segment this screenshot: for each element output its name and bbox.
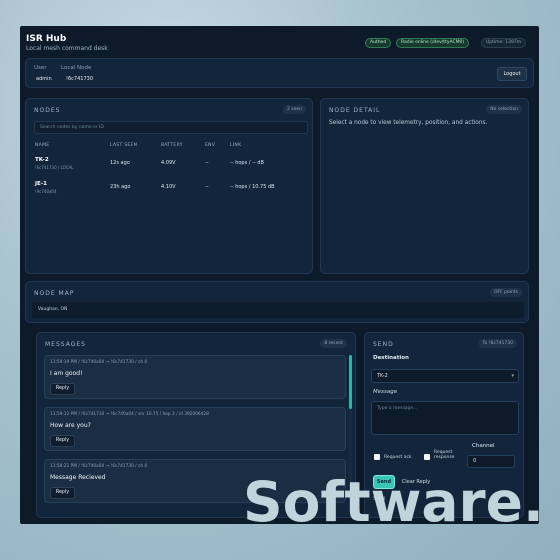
uptime-pill: Uptime: 1397m: [481, 38, 527, 48]
node-search-input[interactable]: Search nodes by name or ID: [34, 121, 308, 134]
node-last-seen: 23h ago: [110, 184, 131, 190]
node-id: !9c740a04: [35, 189, 57, 194]
node-env: --: [205, 184, 209, 190]
message-body: I am good!: [50, 370, 83, 377]
message-card: 11:59:12 PM / !6c741730 → !6c740a04 / sn…: [44, 407, 346, 451]
request-response-label: Request response: [434, 450, 455, 460]
node-name: TK-2: [35, 157, 49, 163]
destination-select[interactable]: TK-2 ▾: [371, 369, 519, 383]
logout-button[interactable]: Logout: [497, 67, 527, 81]
node-map-panel: NODE MAP OFF points Vaughan, ON: [25, 281, 529, 323]
message-meta: 11:59:19 PM / !6c740a04 → !6c741730 / ch…: [50, 360, 148, 365]
chevron-down-icon: ▾: [511, 373, 514, 379]
node-battery: 4.10V: [161, 184, 176, 190]
request-ack-label: Request ack: [384, 455, 412, 460]
node-battery: 4.09V: [161, 160, 176, 166]
message-label: Message: [373, 389, 398, 395]
col-header-battery: BATTERY: [161, 143, 183, 148]
node-row[interactable]: JE-1 !9c740a04 23h ago 4.10V -- -- hops …: [26, 181, 312, 201]
map-location-label: Vaughan, ON: [38, 307, 68, 312]
app-subtitle: Local mesh command desk: [26, 45, 108, 52]
reply-button[interactable]: Reply: [50, 435, 75, 447]
node-id: !6c741730 / LOCAL: [35, 165, 74, 170]
app-title: ISR Hub: [26, 34, 67, 44]
user-label: User: [34, 65, 47, 71]
message-meta: 11:59:12 PM / !6c741730 → !6c740a04 / sn…: [50, 412, 209, 417]
col-header-name: NAME: [35, 143, 50, 148]
auth-status-pill: Authed: [365, 38, 392, 48]
channel-label: Channel: [472, 443, 495, 449]
send-target-badge: To !6c741730: [478, 339, 517, 348]
node-detail-badge: No selection: [486, 105, 522, 114]
request-response-checkbox[interactable]: [424, 454, 430, 460]
software-watermark: Software.: [243, 470, 544, 534]
destination-value: TK-2: [377, 373, 388, 379]
app-window: ISR Hub Local mesh command desk Authed R…: [20, 26, 539, 524]
node-name: JE-1: [35, 181, 47, 187]
local-node-label: Local Node: [61, 65, 92, 71]
send-title: SEND: [373, 341, 394, 348]
node-link: -- hops / -- dB: [230, 160, 264, 166]
user-panel: User admin Local Node !6c741730 Logout: [25, 58, 534, 88]
app-header: ISR Hub Local mesh command desk Authed R…: [20, 26, 539, 56]
radio-status-pill: Radio online (/dev/ttyACM0): [396, 38, 470, 48]
message-meta: 11:58:21 PM / !6c740a04 → !6c741730 / ch…: [50, 464, 148, 469]
col-header-last-seen: LAST SEEN: [110, 143, 138, 148]
messages-scroll-thumb[interactable]: [349, 355, 352, 409]
node-env: --: [205, 160, 209, 166]
message-body: Message Recieved: [50, 474, 106, 481]
reply-button[interactable]: Reply: [50, 383, 75, 395]
reply-button[interactable]: Reply: [50, 487, 75, 499]
messages-recent-badge: 8 recent: [320, 339, 347, 348]
node-map-badge: OFF points: [490, 288, 522, 297]
node-detail-text: Select a node to view telemetry, positio…: [329, 120, 488, 126]
node-row[interactable]: TK-2 !6c741730 / LOCAL 12s ago 4.09V -- …: [26, 157, 312, 177]
node-map-title: NODE MAP: [34, 290, 75, 297]
nodes-title: NODES: [34, 107, 61, 114]
col-header-link: LINK: [230, 143, 242, 148]
message-textarea[interactable]: Type a message...: [371, 401, 519, 435]
channel-input[interactable]: 0: [467, 455, 515, 468]
col-header-env: ENV: [205, 143, 216, 148]
user-value: admin: [36, 76, 52, 82]
messages-title: MESSAGES: [45, 341, 86, 348]
map-view[interactable]: Vaughan, ON: [32, 302, 524, 318]
message-card: 11:59:19 PM / !6c740a04 → !6c741730 / ch…: [44, 355, 346, 399]
request-ack-checkbox[interactable]: [374, 454, 380, 460]
message-body: How are you?: [50, 422, 91, 429]
nodes-seen-badge: 2 seen: [282, 105, 306, 114]
node-last-seen: 12s ago: [110, 160, 130, 166]
local-node-value: !6c741730: [66, 76, 94, 82]
nodes-panel: NODES 2 seen Search nodes by name or ID …: [25, 98, 313, 274]
destination-label: Destination: [373, 355, 409, 361]
node-link: -- hops / 10.75 dB: [230, 184, 275, 190]
node-detail-title: NODE DETAIL: [329, 107, 381, 114]
node-detail-panel: NODE DETAIL No selection Select a node t…: [320, 98, 529, 274]
